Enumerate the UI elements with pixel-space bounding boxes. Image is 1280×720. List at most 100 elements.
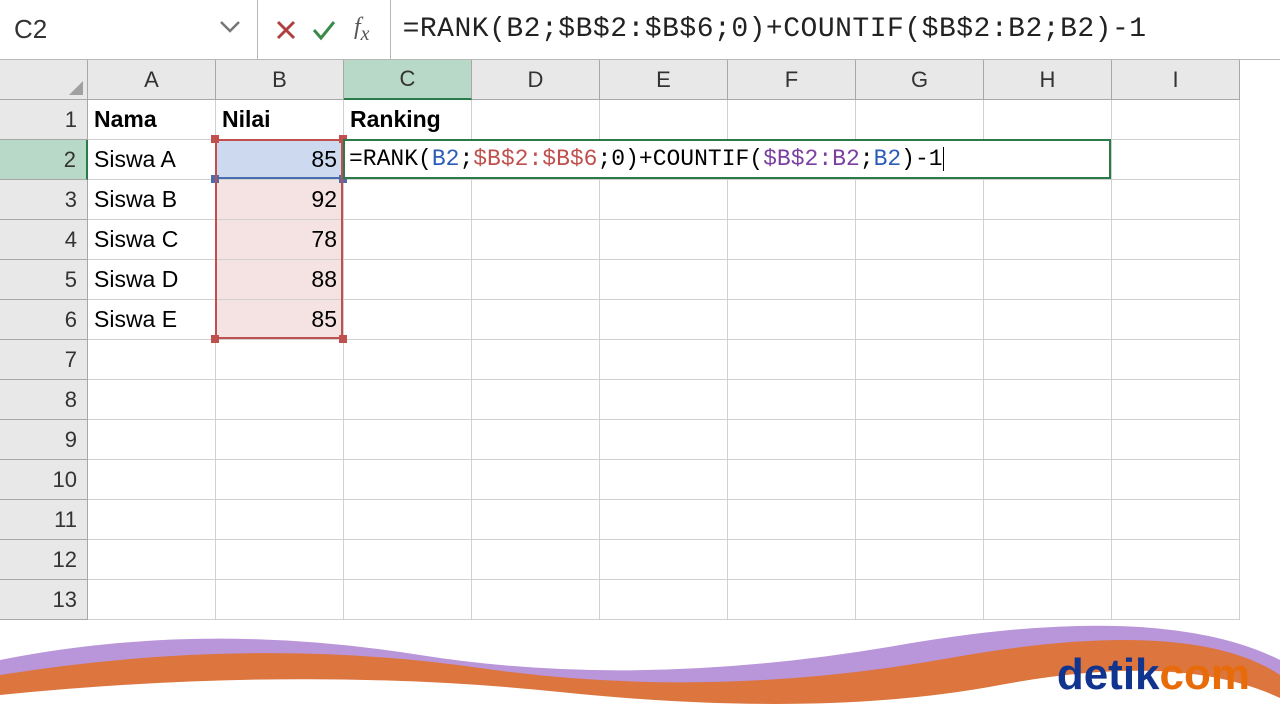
row-header-3[interactable]: 3 — [0, 180, 88, 220]
cell-D4[interactable] — [472, 220, 600, 260]
cell-F4[interactable] — [728, 220, 856, 260]
cell-H7[interactable] — [984, 340, 1112, 380]
cells-area[interactable]: NamaNilaiRankingSiswa A85Siswa B92Siswa … — [88, 100, 1240, 620]
row-header-11[interactable]: 11 — [0, 500, 88, 540]
cell-E7[interactable] — [600, 340, 728, 380]
cell-A2[interactable]: Siswa A — [88, 140, 216, 180]
cell-F8[interactable] — [728, 380, 856, 420]
col-header-g[interactable]: G — [856, 60, 984, 100]
row-header-10[interactable]: 10 — [0, 460, 88, 500]
col-header-i[interactable]: I — [1112, 60, 1240, 100]
cell-A5[interactable]: Siswa D — [88, 260, 216, 300]
cell-F6[interactable] — [728, 300, 856, 340]
cell-C6[interactable] — [344, 300, 472, 340]
col-header-c[interactable]: C — [344, 60, 472, 100]
row-header-12[interactable]: 12 — [0, 540, 88, 580]
cell-E10[interactable] — [600, 460, 728, 500]
cell-F13[interactable] — [728, 580, 856, 620]
cell-C7[interactable] — [344, 340, 472, 380]
chevron-down-icon[interactable] — [219, 20, 241, 39]
cell-D6[interactable] — [472, 300, 600, 340]
cell-F5[interactable] — [728, 260, 856, 300]
cell-E12[interactable] — [600, 540, 728, 580]
cell-G8[interactable] — [856, 380, 984, 420]
row-header-13[interactable]: 13 — [0, 580, 88, 620]
cell-E9[interactable] — [600, 420, 728, 460]
cell-F3[interactable] — [728, 180, 856, 220]
cell-I8[interactable] — [1112, 380, 1240, 420]
cell-B3[interactable]: 92 — [216, 180, 344, 220]
cell-F12[interactable] — [728, 540, 856, 580]
cell-H1[interactable] — [984, 100, 1112, 140]
row-header-1[interactable]: 1 — [0, 100, 88, 140]
cell-E1[interactable] — [600, 100, 728, 140]
cell-E11[interactable] — [600, 500, 728, 540]
cell-B7[interactable] — [216, 340, 344, 380]
cell-B4[interactable]: 78 — [216, 220, 344, 260]
cell-E4[interactable] — [600, 220, 728, 260]
row-header-4[interactable]: 4 — [0, 220, 88, 260]
cell-A3[interactable]: Siswa B — [88, 180, 216, 220]
cell-G12[interactable] — [856, 540, 984, 580]
row-header-6[interactable]: 6 — [0, 300, 88, 340]
cell-B10[interactable] — [216, 460, 344, 500]
cell-B5[interactable]: 88 — [216, 260, 344, 300]
cell-F7[interactable] — [728, 340, 856, 380]
cell-D13[interactable] — [472, 580, 600, 620]
cell-F9[interactable] — [728, 420, 856, 460]
cell-B12[interactable] — [216, 540, 344, 580]
cell-C13[interactable] — [344, 580, 472, 620]
row-header-9[interactable]: 9 — [0, 420, 88, 460]
cell-B2[interactable]: 85 — [216, 140, 344, 180]
cell-H5[interactable] — [984, 260, 1112, 300]
cell-B8[interactable] — [216, 380, 344, 420]
cell-B6[interactable]: 85 — [216, 300, 344, 340]
cell-C5[interactable] — [344, 260, 472, 300]
row-header-2[interactable]: 2 — [0, 140, 88, 180]
cell-F11[interactable] — [728, 500, 856, 540]
cell-C11[interactable] — [344, 500, 472, 540]
cell-A10[interactable] — [88, 460, 216, 500]
cell-G13[interactable] — [856, 580, 984, 620]
cell-E13[interactable] — [600, 580, 728, 620]
cell-I6[interactable] — [1112, 300, 1240, 340]
cell-G6[interactable] — [856, 300, 984, 340]
cell-B13[interactable] — [216, 580, 344, 620]
cell-I2[interactable] — [1112, 140, 1240, 180]
cell-C3[interactable] — [344, 180, 472, 220]
cell-A1[interactable]: Nama — [88, 100, 216, 140]
cell-A4[interactable]: Siswa C — [88, 220, 216, 260]
cell-H4[interactable] — [984, 220, 1112, 260]
cell-I11[interactable] — [1112, 500, 1240, 540]
cell-H6[interactable] — [984, 300, 1112, 340]
cell-I9[interactable] — [1112, 420, 1240, 460]
cell-C1[interactable]: Ranking — [344, 100, 472, 140]
cell-A13[interactable] — [88, 580, 216, 620]
fx-icon[interactable]: fx — [348, 14, 376, 46]
cell-B9[interactable] — [216, 420, 344, 460]
cell-H10[interactable] — [984, 460, 1112, 500]
col-header-f[interactable]: F — [728, 60, 856, 100]
cell-H12[interactable] — [984, 540, 1112, 580]
cell-H11[interactable] — [984, 500, 1112, 540]
select-all-corner[interactable] — [0, 60, 88, 100]
cell-H13[interactable] — [984, 580, 1112, 620]
cell-D12[interactable] — [472, 540, 600, 580]
cell-E6[interactable] — [600, 300, 728, 340]
cell-I7[interactable] — [1112, 340, 1240, 380]
name-box[interactable] — [0, 0, 258, 60]
cell-I5[interactable] — [1112, 260, 1240, 300]
cell-I3[interactable] — [1112, 180, 1240, 220]
cell-F10[interactable] — [728, 460, 856, 500]
cell-B1[interactable]: Nilai — [216, 100, 344, 140]
cell-C8[interactable] — [344, 380, 472, 420]
cell-G4[interactable] — [856, 220, 984, 260]
cancel-icon[interactable] — [272, 16, 300, 44]
enter-icon[interactable] — [310, 16, 338, 44]
cell-A7[interactable] — [88, 340, 216, 380]
name-box-input[interactable] — [14, 14, 174, 45]
cell-E3[interactable] — [600, 180, 728, 220]
cell-D8[interactable] — [472, 380, 600, 420]
cell-H3[interactable] — [984, 180, 1112, 220]
cell-A8[interactable] — [88, 380, 216, 420]
